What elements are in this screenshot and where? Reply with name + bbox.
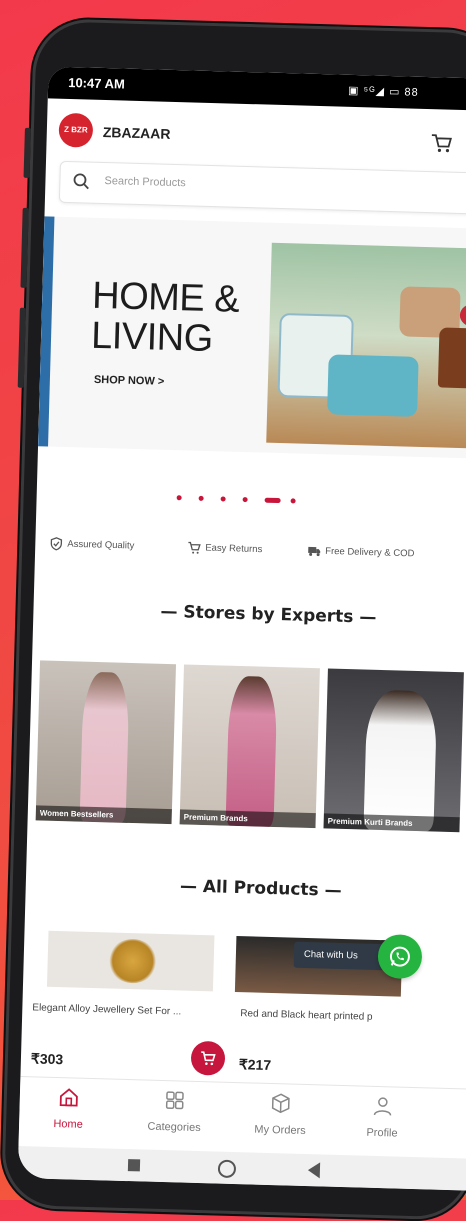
- whatsapp-icon: [389, 946, 410, 967]
- banner-accent-stripe: [38, 216, 55, 447]
- nav-profile[interactable]: Profile: [337, 1094, 428, 1142]
- nav-home[interactable]: Home: [23, 1085, 114, 1133]
- banner-title-line2: LIVING: [90, 314, 214, 361]
- carousel-dot[interactable]: [264, 497, 281, 504]
- recents-icon[interactable]: [127, 1159, 141, 1172]
- banner-title-line1: HOME &: [91, 274, 240, 321]
- nav-my-orders[interactable]: My Orders: [235, 1091, 326, 1139]
- product-name: Red and Black heart printed p: [240, 1008, 373, 1023]
- nav-categories[interactable]: Categories: [129, 1088, 220, 1136]
- nav-label: Profile: [366, 1126, 398, 1140]
- banner-title: HOME & LIVING: [90, 274, 240, 361]
- status-icons: ▣ ⁵ᴳ◢ ▭ 88: [347, 84, 419, 99]
- volume-down-button: [17, 307, 26, 388]
- product-image: [46, 930, 215, 992]
- carousel-dot[interactable]: [176, 495, 182, 501]
- mute-button: [23, 127, 31, 178]
- box-icon: [271, 1093, 290, 1114]
- carousel-dot[interactable]: [198, 495, 204, 501]
- shield-check-icon: [50, 537, 63, 551]
- banner-vase: [437, 327, 466, 389]
- carousel-dot[interactable]: [220, 496, 226, 502]
- store-card[interactable]: Women Bestsellers: [35, 660, 177, 825]
- grid-icon: [165, 1091, 184, 1110]
- feature-strip: Assured Quality Easy Returns Free Delive…: [35, 536, 466, 579]
- nav-label: Home: [53, 1117, 83, 1131]
- products-section-title: — All Products —: [179, 876, 342, 901]
- store-card-label: Premium Kurti Brands: [323, 813, 460, 833]
- banner-shop-now-link[interactable]: SHOP NOW >: [94, 374, 165, 388]
- carousel-dot[interactable]: [290, 498, 296, 504]
- home-icon: [59, 1088, 78, 1107]
- feature-assured-quality: Assured Quality: [49, 537, 135, 553]
- feature-label: Free Delivery & COD: [325, 545, 415, 560]
- search-bar[interactable]: Search Products: [58, 160, 466, 215]
- search-icon: [73, 173, 89, 190]
- app-screen: 10:47 AM ▣ ⁵ᴳ◢ ▭ 88 Z BZR ZBAZAAR Search…: [17, 66, 466, 1192]
- back-icon[interactable]: [307, 1162, 321, 1179]
- cart-icon: [201, 1050, 216, 1065]
- search-placeholder: Search Products: [104, 175, 186, 190]
- store-card[interactable]: Premium Brands: [179, 664, 320, 829]
- store-model-image: [363, 689, 438, 832]
- user-icon: [373, 1097, 392, 1116]
- product-price: ₹303: [30, 1050, 64, 1068]
- feature-free-delivery: Free Delivery & COD: [307, 544, 415, 561]
- carousel-indicator: [37, 488, 466, 513]
- app-header: Z BZR ZBAZAAR: [46, 98, 466, 169]
- product-price: ₹217: [238, 1056, 272, 1074]
- nav-label: My Orders: [254, 1123, 306, 1138]
- home-system-icon[interactable]: [217, 1159, 237, 1179]
- product-card[interactable]: Elegant Alloy Jewellery Set For ... ₹303: [24, 930, 233, 1096]
- cart-return-icon: [188, 541, 201, 554]
- store-card-label: Premium Brands: [179, 809, 316, 829]
- truck-icon: [308, 546, 321, 557]
- phone-frame: 10:47 AM ▣ ⁵ᴳ◢ ▭ 88 Z BZR ZBAZAAR Search…: [0, 18, 466, 1221]
- stores-section-title: — Stores by Experts —: [160, 601, 377, 628]
- banner-image: [266, 242, 466, 450]
- volume-up-button: [20, 207, 29, 288]
- nav-label: Categories: [147, 1120, 201, 1135]
- store-model-image: [225, 675, 278, 828]
- feature-label: Easy Returns: [205, 542, 263, 556]
- status-time: 10:47 AM: [68, 74, 126, 92]
- promo-banner[interactable]: HOME & LIVING SHOP NOW >: [38, 216, 466, 460]
- app-logo[interactable]: Z BZR: [58, 112, 94, 148]
- store-card-label: Women Bestsellers: [35, 805, 172, 825]
- store-card[interactable]: Premium Kurti Brands: [323, 668, 464, 833]
- feature-label: Assured Quality: [67, 538, 135, 552]
- jewellery-image: [107, 938, 159, 984]
- banner-pillow: [327, 354, 419, 417]
- banner-flowers: [459, 303, 466, 328]
- brand-name: ZBAZAAR: [102, 123, 171, 142]
- carousel-dot[interactable]: [242, 497, 248, 503]
- product-name: Elegant Alloy Jewellery Set For ...: [32, 1002, 182, 1018]
- feature-easy-returns: Easy Returns: [187, 540, 262, 556]
- cart-icon[interactable]: [430, 133, 453, 154]
- store-model-image: [79, 671, 130, 823]
- add-to-cart-button[interactable]: [190, 1040, 226, 1076]
